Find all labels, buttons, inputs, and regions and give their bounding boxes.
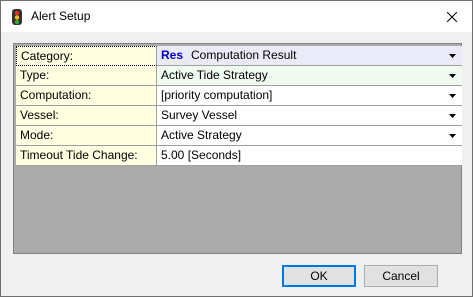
type-dropdown-button[interactable] [445,68,460,83]
category-dropdown-button[interactable] [445,48,460,63]
ok-button[interactable]: OK [282,265,356,287]
vessel-dropdown-button[interactable] [445,108,460,123]
type-row[interactable]: Type: Active Tide Strategy [16,66,462,86]
close-button[interactable] [432,1,472,32]
cancel-button[interactable]: Cancel [364,265,438,287]
mode-dropdown-button[interactable] [445,128,460,143]
mode-value-text: Active Strategy [161,128,242,142]
alert-setup-dialog: Alert Setup Category: Res Computation Res… [0,0,473,297]
computation-value[interactable]: [priority computation] [157,86,462,106]
category-value-text: Computation Result [191,48,297,62]
category-tag: Res [161,48,184,62]
close-icon [447,11,457,22]
title-bar: Alert Setup [1,1,472,32]
window-title: Alert Setup [31,9,91,23]
timeout-tide-change-label: Timeout Tide Change: [16,146,157,166]
type-value[interactable]: Active Tide Strategy [157,66,462,86]
vessel-value-text: Survey Vessel [161,108,238,122]
chevron-down-icon [449,93,456,98]
vessel-value[interactable]: Survey Vessel [157,106,462,126]
chevron-down-icon [449,53,456,58]
computation-label: Computation: [16,86,157,106]
traffic-light-icon [12,9,22,25]
timeout-tide-change-value[interactable]: 5.00 [Seconds] [157,146,462,166]
type-value-text: Active Tide Strategy [161,68,268,82]
computation-dropdown-button[interactable] [445,88,460,103]
chevron-down-icon [449,113,456,118]
type-label: Type: [16,66,157,86]
mode-label: Mode: [16,126,157,146]
mode-row[interactable]: Mode: Active Strategy [16,126,462,146]
category-value[interactable]: Res Computation Result [157,46,462,66]
mode-value[interactable]: Active Strategy [157,126,462,146]
category-label: Category: [16,46,157,66]
chevron-down-icon [449,133,456,138]
vessel-label: Vessel: [16,106,157,126]
chevron-down-icon [449,73,456,78]
vessel-row[interactable]: Vessel: Survey Vessel [16,106,462,126]
timeout-tide-change-row[interactable]: Timeout Tide Change: 5.00 [Seconds] [16,146,462,166]
computation-value-text: [priority computation] [161,88,273,102]
category-row[interactable]: Category: Res Computation Result [16,46,462,66]
property-grid-panel: Category: Res Computation Result Type: Ac… [13,43,462,254]
computation-row[interactable]: Computation: [priority computation] [16,86,462,106]
